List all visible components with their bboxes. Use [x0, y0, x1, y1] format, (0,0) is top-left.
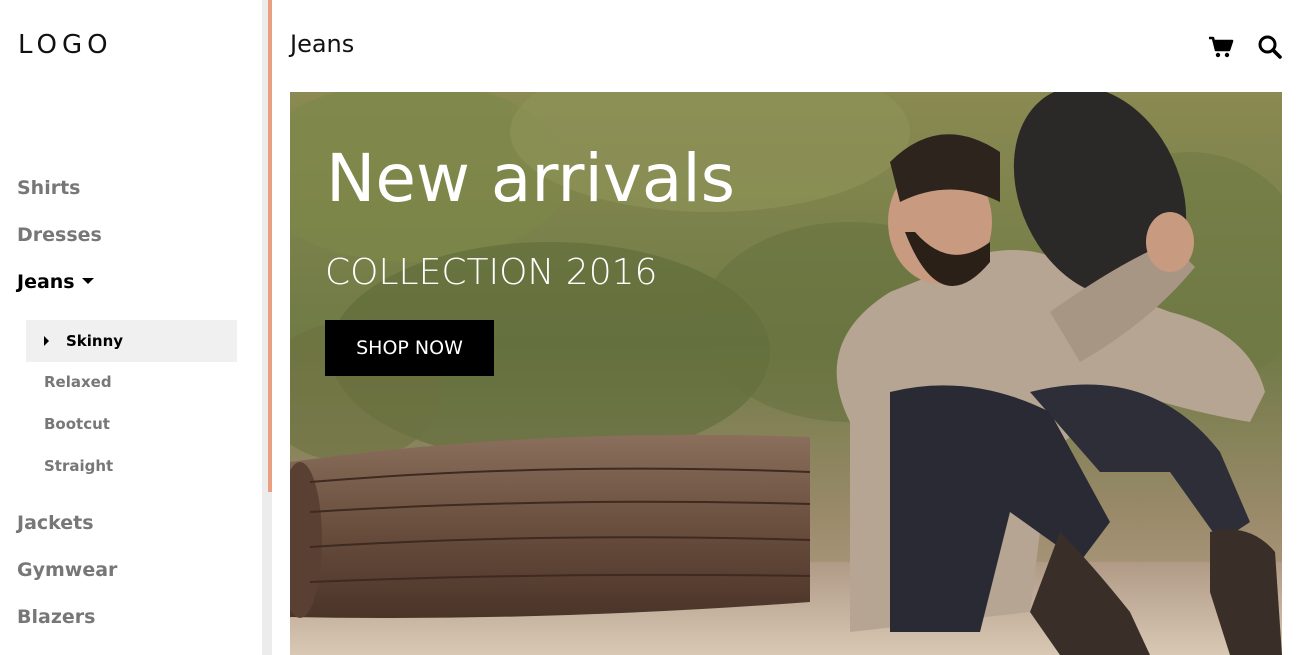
sidebar-item-label: Jeans [17, 271, 75, 293]
sidebar-item-gymwear[interactable]: Gymwear [17, 559, 117, 581]
shopping-cart-icon[interactable] [1208, 34, 1234, 60]
subitem-label: Skinny [66, 332, 124, 350]
search-icon[interactable] [1257, 34, 1283, 60]
subitem-bootcut[interactable]: Bootcut [26, 403, 237, 445]
hero-banner: New arrivals COLLECTION 2016 SHOP NOW [290, 92, 1282, 655]
sidebar-item-jeans[interactable]: Jeans [17, 271, 94, 293]
hero-title: New arrivals [326, 140, 736, 217]
subitem-skinny[interactable]: Skinny [26, 320, 237, 362]
sidebar: LOGO Shirts Dresses Jeans Skinny Relaxed… [0, 0, 262, 655]
caret-right-icon [44, 335, 49, 346]
subitem-straight[interactable]: Straight [26, 445, 237, 487]
sidebar-item-blazers[interactable]: Blazers [17, 606, 95, 628]
sidebar-item-jackets[interactable]: Jackets [17, 512, 94, 534]
hero-subtitle: COLLECTION 2016 [325, 252, 658, 293]
sidebar-item-dresses[interactable]: Dresses [17, 224, 102, 246]
logo[interactable]: LOGO [18, 30, 113, 60]
subitem-relaxed[interactable]: Relaxed [26, 361, 237, 403]
sidebar-item-shirts[interactable]: Shirts [17, 177, 81, 199]
page-title: Jeans [290, 30, 355, 58]
shop-now-button[interactable]: SHOP NOW [325, 320, 494, 376]
caret-down-icon [81, 277, 94, 284]
sidebar-scrollbar-thumb[interactable] [268, 0, 272, 492]
